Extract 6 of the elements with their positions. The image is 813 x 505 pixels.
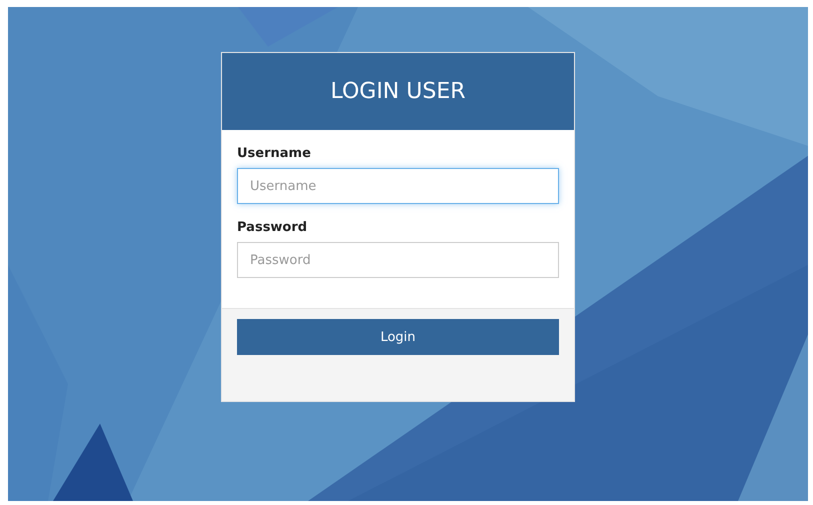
field-label: Username [237, 146, 312, 161]
card-title: LOGIN USER [330, 79, 466, 104]
input-field[interactable]: Password [237, 242, 559, 278]
login-button[interactable]: Login [237, 319, 559, 355]
field-label: Password [237, 220, 308, 235]
input-field[interactable]: Username [237, 168, 559, 204]
